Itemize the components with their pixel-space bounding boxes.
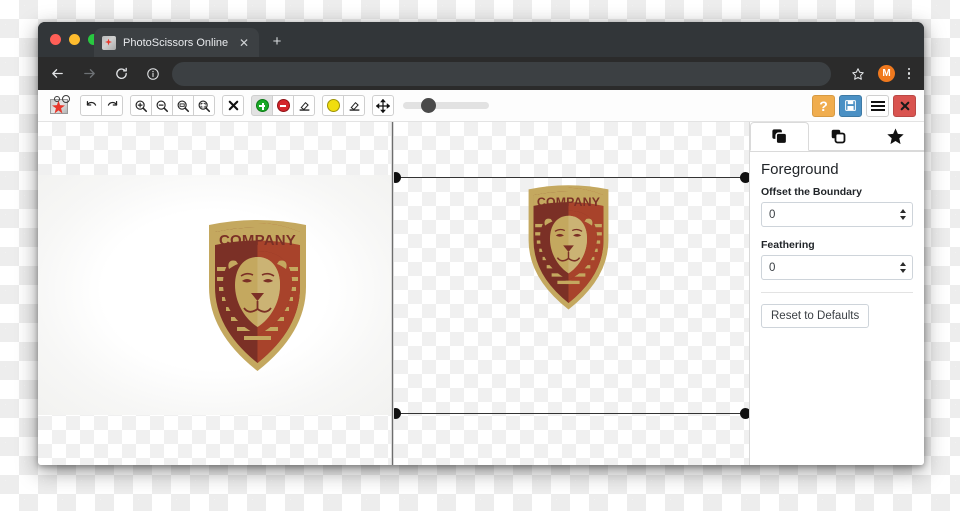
editor-area: COMPANY COMPANY Foreground Offset the Bo… [38, 122, 924, 465]
window-minimize-dot[interactable] [69, 34, 80, 45]
close-icon[interactable]: ✕ [237, 37, 251, 49]
offset-the-boundary-value: 0 [769, 208, 776, 221]
panel-body: Foreground Offset the Boundary 0 Feather… [750, 152, 924, 328]
layers-outline-icon [831, 129, 846, 144]
offset-the-boundary-label: Offset the Boundary [761, 186, 862, 198]
crest-logo-source: COMPANY [201, 215, 314, 375]
browser-tab[interactable]: PhotoScissors Online ✕ [94, 28, 259, 57]
hair-marker-button[interactable] [322, 95, 344, 116]
crest-logo-result: COMPANY [522, 181, 615, 313]
photoscissors-logo [48, 94, 72, 117]
browser-tab-title: PhotoScissors Online [123, 36, 229, 49]
menu-button[interactable] [866, 94, 889, 117]
photoscissors-favicon [102, 35, 116, 50]
panel-divider [761, 292, 913, 293]
window-traffic-lights [50, 34, 99, 45]
page-root: PhotoScissors Online ✕ + M ? COMPANY COM… [0, 0, 960, 511]
brush-size-slider-track [403, 102, 489, 109]
pan-button[interactable] [372, 95, 394, 116]
selection-top-edge [394, 177, 749, 178]
feathering-label: Feathering [761, 239, 815, 251]
svg-text:COMPANY: COMPANY [537, 195, 601, 209]
layers-filled-icon [772, 129, 788, 145]
clear-markers-button[interactable] [222, 95, 244, 116]
settings-side-panel: Foreground Offset the Boundary 0 Feather… [749, 122, 924, 465]
close-button[interactable] [893, 94, 916, 117]
forward-icon[interactable] [76, 61, 102, 87]
app-toolbar: ? [38, 90, 924, 122]
hair-eraser-button[interactable] [343, 95, 365, 116]
selection-handle-bottom-right[interactable] [740, 408, 749, 419]
reset-to-defaults-button[interactable]: Reset to Defaults [761, 304, 870, 328]
yellow-circle-icon [326, 99, 340, 112]
help-button[interactable]: ? [812, 94, 835, 117]
result-image-pane[interactable]: COMPANY [394, 122, 749, 465]
plus-circle-icon [255, 99, 269, 112]
hamburger-icon [870, 100, 885, 111]
window-close-dot[interactable] [50, 34, 61, 45]
back-icon[interactable] [44, 61, 70, 87]
background-marker-button[interactable] [272, 95, 294, 116]
zoom-fit-button[interactable] [193, 95, 215, 116]
clear-markers-group [222, 95, 244, 116]
zoom-out-button[interactable] [151, 95, 173, 116]
browser-window: PhotoScissors Online ✕ + M ? COMPANY COM… [38, 22, 924, 465]
photoscissors-app: ? COMPANY COMPANY Foreground Offset the … [38, 90, 924, 465]
history-button-group [80, 95, 123, 116]
browser-tab-strip: PhotoScissors Online ✕ + [38, 22, 924, 57]
tab-foreground[interactable] [750, 122, 810, 151]
reload-icon[interactable] [108, 61, 134, 87]
feathering-stepper[interactable] [900, 256, 906, 279]
zoom-in-button[interactable] [130, 95, 152, 116]
selection-handle-bottom-left[interactable] [394, 408, 401, 419]
new-tab-button[interactable]: + [269, 34, 285, 49]
tab-background[interactable] [809, 122, 867, 151]
zoom-actual-button[interactable] [172, 95, 194, 116]
panel-title: Foreground [761, 161, 839, 178]
brush-size-slider-thumb[interactable] [421, 98, 436, 113]
browser-menu-icon[interactable] [902, 67, 916, 80]
toolbar-right-buttons: ? [812, 94, 916, 117]
panel-tab-bar [750, 122, 924, 152]
selection-handle-top-left[interactable] [394, 172, 401, 183]
hair-marker-group [322, 95, 365, 116]
zoom-button-group [130, 95, 215, 116]
marker-eraser-button[interactable] [293, 95, 315, 116]
marker-button-group [251, 95, 315, 116]
source-image-pane[interactable]: COMPANY [38, 122, 391, 465]
minus-circle-icon [276, 99, 290, 112]
star-icon [887, 128, 904, 144]
foreground-marker-button[interactable] [251, 95, 273, 116]
pan-group [372, 95, 394, 116]
svg-text:COMPANY: COMPANY [219, 232, 296, 249]
feathering-field[interactable]: 0 [761, 255, 913, 280]
offset-the-boundary-field[interactable]: 0 [761, 202, 913, 227]
avatar[interactable]: M [878, 65, 895, 82]
save-button[interactable] [839, 94, 862, 117]
undo-button[interactable] [80, 95, 102, 116]
brush-size-slider[interactable] [403, 95, 489, 116]
address-bar[interactable] [172, 61, 831, 86]
tab-effects[interactable] [866, 122, 924, 151]
bookmark-star-icon[interactable] [845, 61, 871, 87]
offset-the-boundary-stepper[interactable] [900, 203, 906, 226]
page-info-icon[interactable] [140, 61, 166, 87]
redo-button[interactable] [101, 95, 123, 116]
feathering-value: 0 [769, 261, 776, 274]
selection-handle-top-right[interactable] [740, 172, 749, 183]
selection-bottom-edge [394, 413, 749, 414]
browser-nav-bar: M [38, 57, 924, 90]
nav-right-cluster: M [839, 61, 916, 87]
